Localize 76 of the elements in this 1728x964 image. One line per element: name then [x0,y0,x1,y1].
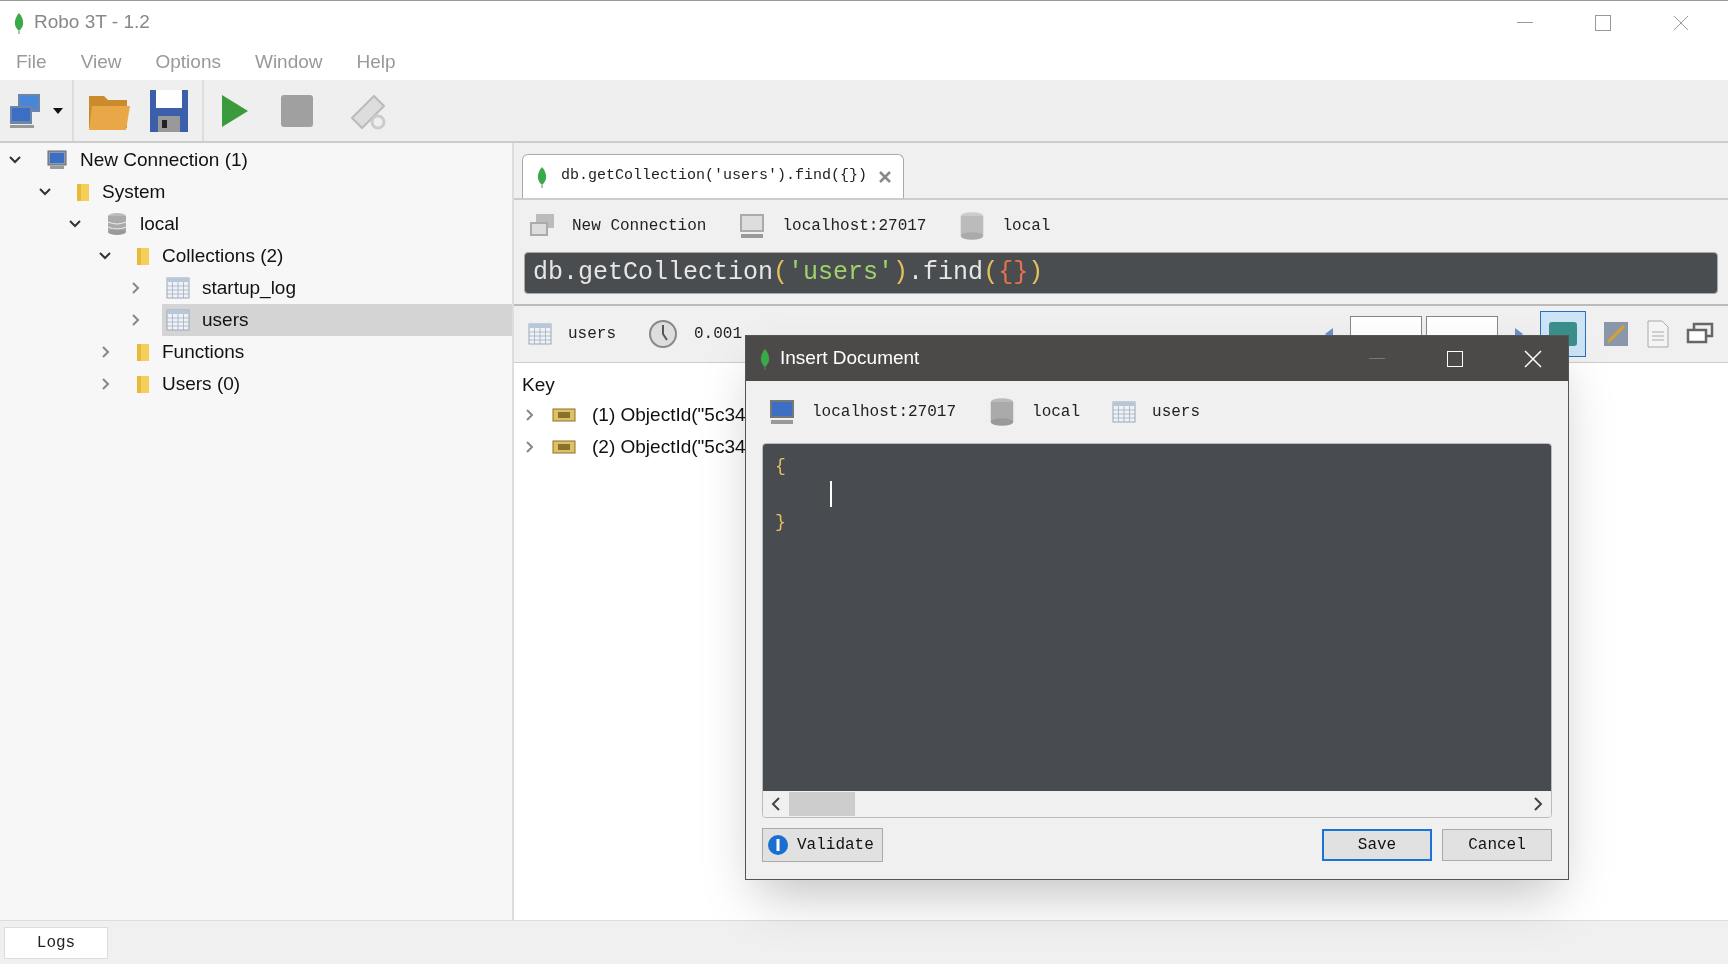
query-editor[interactable]: db.getCollection('users').find({}) [524,252,1718,294]
table-icon [1112,401,1137,423]
leaf-icon [758,347,772,370]
code-line: } [775,511,786,534]
tree-item-label: local [140,211,180,236]
computer-icon [738,212,767,240]
document-row[interactable]: (2) ObjectId("5c34 [592,432,746,462]
minimize-icon [1369,357,1385,360]
tree-item[interactable]: local [102,208,512,240]
document-editor[interactable]: { } [763,444,1551,791]
tree-item-label: Users (0) [162,371,241,396]
text-cursor [830,481,832,507]
clock-icon [648,319,678,349]
collection-name: users [568,324,616,345]
tree-item-label: New Connection (1) [80,147,248,172]
ticket-icon [552,408,576,422]
tree-item[interactable]: Collections (2) [132,240,512,272]
play-icon[interactable] [220,92,250,129]
info-icon [767,834,789,856]
leaf-icon [12,11,26,34]
table-edit-icon[interactable] [1602,320,1630,348]
tree-item[interactable]: System [72,176,512,208]
horizontal-scrollbar[interactable] [763,791,1551,817]
chevron-left-icon[interactable] [771,797,781,811]
tree-item[interactable]: users [162,304,512,336]
windows-icon[interactable] [1686,322,1714,346]
save-icon[interactable] [148,87,190,134]
minimize-icon [1517,21,1533,24]
folder-icon [136,341,150,363]
tree-item[interactable]: New Connection (1) [42,144,512,176]
database-icon [106,212,128,236]
table-icon [166,277,190,299]
scroll-thumb[interactable] [789,792,855,816]
cancel-button[interactable]: Cancel [1442,829,1552,861]
maximize-icon [1595,14,1611,31]
server-address: localhost:27017 [812,402,957,423]
tree-item-label: Collections (2) [162,243,284,268]
chevron-right-icon[interactable] [1533,797,1543,811]
tree-item-label: System [102,179,166,204]
caret-icon[interactable] [52,106,64,115]
leaf-icon [535,165,549,188]
folder-icon [76,181,90,203]
window-title: Robo 3T - 1.2 [34,10,150,35]
folder-icon [136,245,150,267]
tab-label: db.getCollection('users').find({}) [561,166,868,187]
connection-name: New Connection [572,216,707,237]
close-icon [1673,14,1689,31]
close-icon [1524,349,1542,368]
save-button[interactable]: Save [1322,829,1432,861]
collection-name: users [1152,402,1201,423]
close-icon[interactable] [879,170,892,183]
tree-item-label: users [202,307,249,332]
code-line: { [775,455,786,478]
maximize-icon [1447,350,1463,367]
column-header: Key [522,373,556,397]
computer-icon [768,398,796,426]
query-time: 0.001 [694,324,743,345]
tree-item[interactable]: Functions [132,336,512,368]
database-name: local [1032,402,1081,423]
tree-item-label: startup_log [202,275,296,301]
logs-tab[interactable]: Logs [4,926,108,959]
stop-icon[interactable] [280,93,314,128]
table-icon [528,323,552,345]
query-tab[interactable]: db.getCollection('users').find({}) [522,154,905,198]
server-address: localhost:27017 [782,216,927,237]
database-name: local [1002,216,1051,237]
table-icon [166,309,190,331]
tree-item[interactable]: Users (0) [132,368,512,400]
tree-item-label: Functions [162,339,245,364]
tree-item[interactable]: startup_log [162,272,512,304]
computer-icon [46,149,68,171]
folder-icon [136,373,150,395]
dialog-title: Insert Document [780,346,920,371]
document-row[interactable]: (1) ObjectId("5c34 [592,400,746,430]
ticket-icon [552,440,576,454]
validate-button[interactable]: Validate [762,828,883,862]
